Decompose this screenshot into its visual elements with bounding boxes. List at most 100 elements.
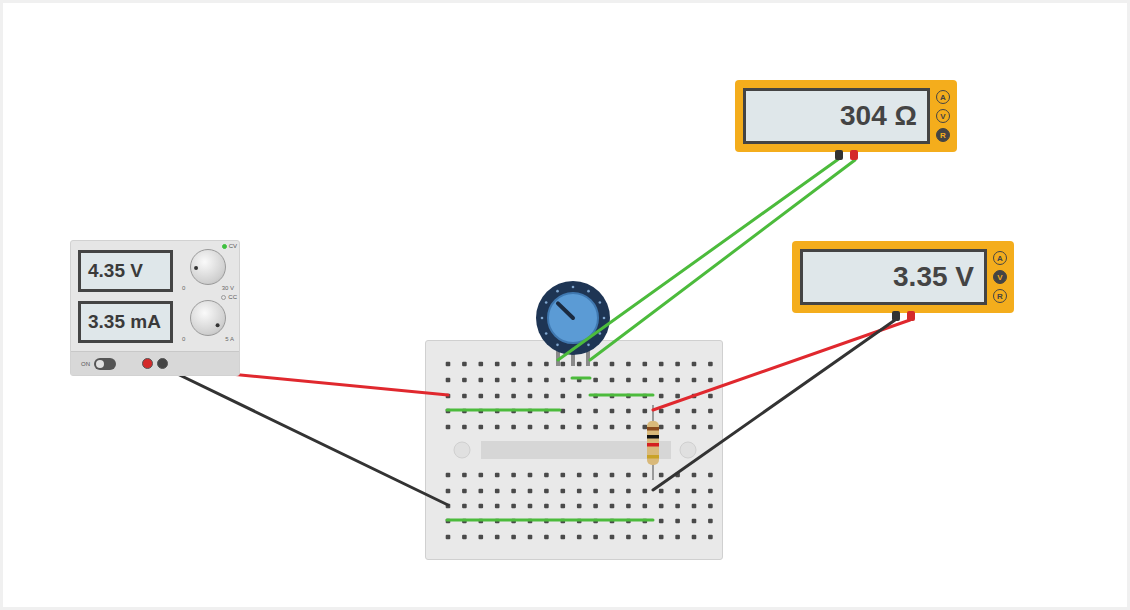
resistor[interactable] bbox=[646, 405, 660, 480]
hole[interactable] bbox=[708, 489, 713, 494]
hole[interactable] bbox=[528, 473, 533, 478]
hole[interactable] bbox=[511, 425, 516, 430]
pot-knob[interactable] bbox=[548, 293, 598, 343]
hole[interactable] bbox=[462, 473, 467, 478]
hole[interactable] bbox=[495, 504, 500, 509]
wire[interactable] bbox=[163, 367, 448, 505]
hole[interactable] bbox=[495, 362, 500, 367]
hole[interactable] bbox=[610, 473, 615, 478]
hole[interactable] bbox=[626, 504, 631, 509]
hole[interactable] bbox=[561, 519, 566, 524]
hole[interactable] bbox=[643, 425, 648, 430]
hole[interactable] bbox=[675, 362, 680, 367]
hole[interactable] bbox=[626, 535, 631, 540]
hole[interactable] bbox=[577, 362, 582, 367]
hole[interactable] bbox=[708, 535, 713, 540]
probe-socket[interactable] bbox=[850, 150, 858, 160]
hole[interactable] bbox=[479, 535, 484, 540]
hole[interactable] bbox=[577, 378, 582, 383]
hole[interactable] bbox=[544, 489, 549, 494]
hole[interactable] bbox=[626, 394, 631, 399]
hole[interactable] bbox=[446, 409, 451, 414]
hole[interactable] bbox=[544, 519, 549, 524]
com-socket[interactable] bbox=[892, 311, 900, 321]
potentiometer[interactable] bbox=[533, 278, 613, 370]
hole[interactable] bbox=[495, 378, 500, 383]
hole[interactable] bbox=[643, 535, 648, 540]
hole[interactable] bbox=[561, 489, 566, 494]
hole[interactable] bbox=[675, 409, 680, 414]
hole[interactable] bbox=[462, 504, 467, 509]
hole[interactable] bbox=[577, 535, 582, 540]
hole[interactable] bbox=[462, 409, 467, 414]
hole[interactable] bbox=[593, 504, 598, 509]
supply-knob[interactable] bbox=[190, 249, 226, 285]
hole[interactable] bbox=[462, 425, 467, 430]
hole[interactable] bbox=[626, 425, 631, 430]
hole[interactable] bbox=[610, 394, 615, 399]
hole[interactable] bbox=[528, 425, 533, 430]
hole[interactable] bbox=[643, 362, 648, 367]
hole[interactable] bbox=[544, 394, 549, 399]
hole[interactable] bbox=[626, 409, 631, 414]
hole[interactable] bbox=[446, 425, 451, 430]
hole[interactable] bbox=[528, 362, 533, 367]
wire[interactable] bbox=[447, 409, 560, 412]
hole[interactable] bbox=[626, 378, 631, 383]
hole[interactable] bbox=[692, 409, 697, 414]
hole[interactable] bbox=[446, 535, 451, 540]
hole[interactable] bbox=[659, 378, 664, 383]
hole[interactable] bbox=[659, 425, 664, 430]
hole[interactable] bbox=[544, 535, 549, 540]
hole[interactable] bbox=[626, 489, 631, 494]
hole[interactable] bbox=[462, 535, 467, 540]
hole[interactable] bbox=[577, 425, 582, 430]
hole[interactable] bbox=[610, 504, 615, 509]
hole[interactable] bbox=[495, 519, 500, 524]
hole[interactable] bbox=[692, 504, 697, 509]
hole[interactable] bbox=[593, 535, 598, 540]
hole[interactable] bbox=[495, 473, 500, 478]
hole[interactable] bbox=[675, 378, 680, 383]
hole[interactable] bbox=[659, 409, 664, 414]
hole[interactable] bbox=[708, 473, 713, 478]
hole[interactable] bbox=[692, 473, 697, 478]
hole[interactable] bbox=[659, 504, 664, 509]
hole[interactable] bbox=[708, 409, 713, 414]
hole[interactable] bbox=[577, 504, 582, 509]
hole[interactable] bbox=[593, 394, 598, 399]
hole[interactable] bbox=[479, 409, 484, 414]
hole[interactable] bbox=[577, 394, 582, 399]
hole[interactable] bbox=[675, 425, 680, 430]
hole[interactable] bbox=[643, 489, 648, 494]
hole[interactable] bbox=[561, 535, 566, 540]
hole[interactable] bbox=[528, 394, 533, 399]
hole[interactable] bbox=[446, 504, 451, 509]
hole[interactable] bbox=[626, 519, 631, 524]
hole[interactable] bbox=[577, 473, 582, 478]
hole[interactable] bbox=[528, 504, 533, 509]
supply-knob[interactable] bbox=[190, 300, 226, 336]
mode-button[interactable]: A bbox=[993, 251, 1007, 265]
hole[interactable] bbox=[495, 394, 500, 399]
hole[interactable] bbox=[479, 519, 484, 524]
probe-socket[interactable] bbox=[907, 311, 915, 321]
hole[interactable] bbox=[561, 425, 566, 430]
hole[interactable] bbox=[675, 394, 680, 399]
hole[interactable] bbox=[659, 489, 664, 494]
hole[interactable] bbox=[544, 504, 549, 509]
hole[interactable] bbox=[692, 519, 697, 524]
hole[interactable] bbox=[593, 378, 598, 383]
hole[interactable] bbox=[462, 519, 467, 524]
hole[interactable] bbox=[528, 489, 533, 494]
hole[interactable] bbox=[544, 425, 549, 430]
hole[interactable] bbox=[610, 425, 615, 430]
hole[interactable] bbox=[528, 409, 533, 414]
hole[interactable] bbox=[708, 425, 713, 430]
hole[interactable] bbox=[643, 473, 648, 478]
hole[interactable] bbox=[593, 473, 598, 478]
hole[interactable] bbox=[511, 504, 516, 509]
hole[interactable] bbox=[593, 519, 598, 524]
hole[interactable] bbox=[544, 409, 549, 414]
wire[interactable] bbox=[590, 394, 653, 397]
